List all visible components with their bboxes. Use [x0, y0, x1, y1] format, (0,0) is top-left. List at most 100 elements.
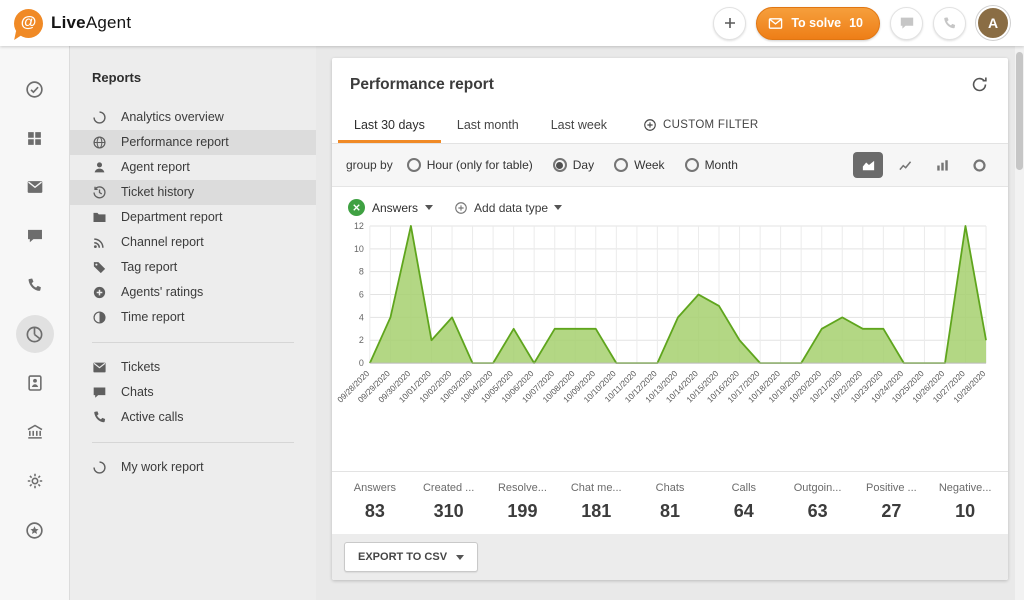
sidebar-item-ticket-history[interactable]: Ticket history: [70, 180, 316, 205]
sidebar-item-agents-ratings[interactable]: Agents' ratings: [70, 280, 316, 305]
radio-day[interactable]: Day: [553, 158, 594, 172]
rail-calls-button[interactable]: [16, 266, 54, 304]
sidebar-item-my-work-report[interactable]: My work report: [70, 455, 316, 480]
custom-filter-button[interactable]: CUSTOM FILTER: [643, 118, 758, 132]
line-chart-icon: [898, 158, 913, 173]
liveagent-logo-icon: @: [14, 9, 43, 38]
chart-type-group: [853, 152, 994, 178]
sidebar-item-chats[interactable]: Chats: [70, 380, 316, 405]
reports-sidebar: Reports Analytics overview Performance r…: [70, 46, 316, 600]
refresh-icon: [971, 76, 988, 93]
rail-reports-button[interactable]: [16, 315, 54, 353]
to-solve-label: To solve: [791, 16, 841, 30]
sidebar-item-active-calls[interactable]: Active calls: [70, 405, 316, 430]
sidebar-item-label: Analytics overview: [121, 110, 224, 125]
radio-week[interactable]: Week: [614, 158, 664, 172]
calls-button[interactable]: [933, 7, 966, 40]
rail-tickets-button[interactable]: [16, 168, 54, 206]
sidebar-item-channel-report[interactable]: Channel report: [70, 230, 316, 255]
donut-chart-button[interactable]: [964, 152, 994, 178]
sidebar-item-agent-report[interactable]: Agent report: [70, 155, 316, 180]
history-icon: [92, 185, 107, 200]
radio-circle: [407, 158, 421, 172]
sidebar-item-label: Tag report: [121, 260, 177, 275]
sidebar-item-tickets[interactable]: Tickets: [70, 355, 316, 380]
rail-dashboard-button[interactable]: [16, 119, 54, 157]
radio-label: Week: [634, 158, 664, 172]
mail-icon: [26, 178, 44, 196]
chevron-down-icon[interactable]: [425, 205, 433, 210]
chevron-down-icon: [554, 205, 562, 210]
phone-icon: [26, 277, 43, 294]
chat-icon: [26, 227, 44, 245]
rail-settings-button[interactable]: [16, 462, 54, 500]
vertical-scrollbar[interactable]: [1015, 46, 1024, 600]
stat-calls: Calls64: [707, 482, 781, 522]
chevron-down-icon: [456, 555, 464, 560]
area-chart-button[interactable]: [853, 152, 883, 178]
stat-outgoing: Outgoin...63: [781, 482, 855, 522]
sidebar-divider: [92, 342, 294, 343]
stat-answers: Answers83: [338, 482, 412, 522]
mail-icon: [768, 16, 783, 31]
svg-text:6: 6: [359, 290, 364, 300]
rail-chats-button[interactable]: [16, 217, 54, 255]
radio-circle: [685, 158, 699, 172]
sidebar-item-performance-report[interactable]: Performance report: [70, 130, 316, 155]
user-avatar[interactable]: A: [976, 6, 1010, 40]
plus-circle-icon: [643, 118, 657, 132]
radio-hour[interactable]: Hour (only for table): [407, 158, 533, 172]
sidebar-item-label: Chats: [121, 385, 154, 400]
to-solve-button[interactable]: To solve 10: [756, 7, 880, 40]
svg-text:12: 12: [354, 221, 364, 231]
loader-icon: [92, 460, 107, 475]
svg-text:2: 2: [359, 335, 364, 345]
export-csv-button[interactable]: EXPORT TO CSV: [344, 542, 478, 572]
sidebar-item-time-report[interactable]: Time report: [70, 305, 316, 330]
sidebar-item-label: Tickets: [121, 360, 160, 375]
add-data-type-button[interactable]: Add data type: [454, 201, 562, 215]
rail-company-button[interactable]: [16, 413, 54, 451]
scrollbar-thumb[interactable]: [1016, 52, 1023, 170]
person-icon: [92, 160, 107, 175]
remove-series-button[interactable]: [348, 199, 365, 216]
radio-month[interactable]: Month: [685, 158, 738, 172]
series-chip-label[interactable]: Answers: [372, 201, 418, 215]
svg-text:0: 0: [359, 358, 364, 368]
line-chart-button[interactable]: [890, 152, 920, 178]
rail-contacts-button[interactable]: [16, 364, 54, 402]
sidebar-item-label: Channel report: [121, 235, 204, 250]
report-tabs: Last 30 days Last month Last week CUSTOM…: [332, 107, 1008, 144]
chats-button[interactable]: [890, 7, 923, 40]
rail-addons-button[interactable]: [16, 511, 54, 549]
brand-text: LiveAgent: [51, 13, 131, 33]
radio-label: Day: [573, 158, 594, 172]
bar-chart-icon: [935, 158, 950, 173]
sidebar-item-tag-report[interactable]: Tag report: [70, 255, 316, 280]
stat-negative: Negative...10: [928, 482, 1002, 522]
folder-icon: [92, 210, 107, 225]
bar-chart-button[interactable]: [927, 152, 957, 178]
sidebar-item-department-report[interactable]: Department report: [70, 205, 316, 230]
sidebar-item-label: My work report: [121, 460, 204, 475]
chat-icon: [92, 385, 107, 400]
plus-circle-icon: [92, 285, 107, 300]
tab-last-30-days[interactable]: Last 30 days: [338, 107, 441, 143]
brand-live: Live: [51, 13, 86, 32]
group-by-label: group by: [346, 158, 393, 172]
globe-icon: [92, 135, 107, 150]
tab-last-week[interactable]: Last week: [535, 107, 623, 143]
add-data-type-label: Add data type: [474, 201, 548, 215]
rail-tasks-button[interactable]: [16, 70, 54, 108]
tab-last-month[interactable]: Last month: [441, 107, 535, 143]
refresh-button[interactable]: [969, 74, 990, 95]
svg-text:8: 8: [359, 267, 364, 277]
add-icon: [722, 15, 738, 31]
add-button[interactable]: [713, 7, 746, 40]
group-by-bar: group by Hour (only for table) Day Week …: [332, 144, 1008, 187]
sidebar-item-label: Agent report: [121, 160, 190, 175]
sidebar-item-analytics-overview[interactable]: Analytics overview: [70, 105, 316, 130]
check-circle-icon: [25, 80, 44, 99]
sidebar-item-label: Active calls: [121, 410, 184, 425]
donut-chart-icon: [972, 158, 987, 173]
